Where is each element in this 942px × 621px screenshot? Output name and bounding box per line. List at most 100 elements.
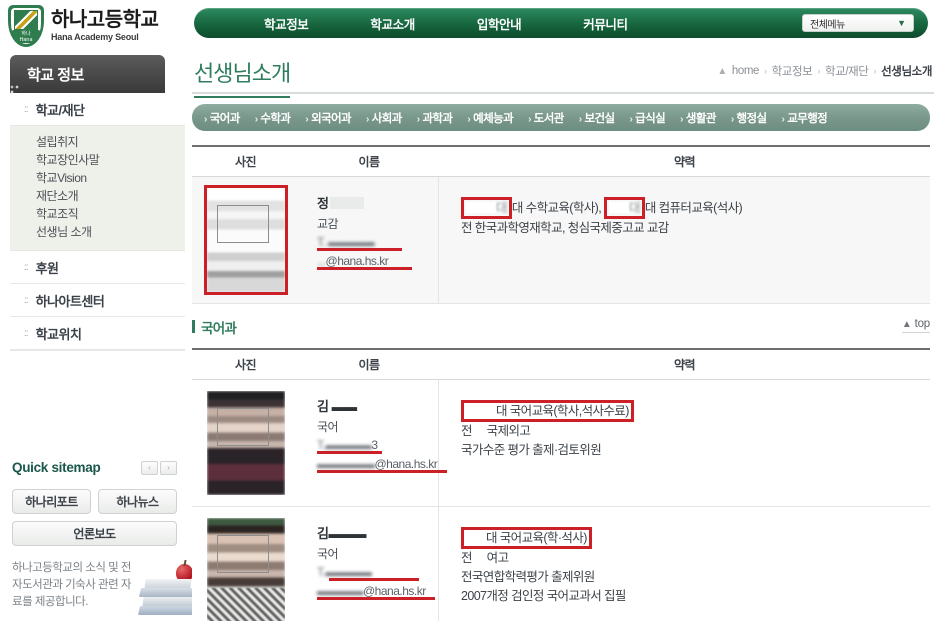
caret-up-icon: ▲ <box>901 319 912 330</box>
logo-english-name: Hana Academy Seoul <box>51 31 139 42</box>
hana-report-button[interactable]: 하나리포트 <box>12 489 91 514</box>
subnav-item-cafeteria[interactable]: 급식실 <box>629 110 666 126</box>
korean-department-table: 사진 이름 약력 김 ▬▬ 국어 T.▬▬▬▬3 ▬▬▬▬▬@hana.hs.k… <box>192 350 930 621</box>
prev-arrow-icon[interactable]: ‹ <box>141 460 158 475</box>
nav-item-community[interactable]: 커뮤니티 <box>583 14 628 33</box>
redaction-block <box>330 197 365 209</box>
subnav-item-korean[interactable]: 국어과 <box>204 110 241 126</box>
teacher-photo-blurred <box>206 518 285 621</box>
column-header-name: 이름 <box>358 155 380 169</box>
main-navigation: 학교정보 학교소개 입학안내 커뮤니티 전체메뉴 ▼ <box>194 8 928 38</box>
teacher-email: ▬▬▬▬▬@hana.hs.kr <box>317 457 447 473</box>
teacher-name-cell: 김 ▬▬ 국어 T.▬▬▬▬3 ▬▬▬▬▬@hana.hs.kr <box>299 380 447 506</box>
nav-item-school-intro[interactable]: 학교소개 <box>370 14 415 33</box>
subnav-item-arts-pe[interactable]: 예체능과 <box>467 110 514 126</box>
teacher-photo-cell <box>192 380 299 506</box>
subnav-item-science[interactable]: 과학과 <box>417 110 453 126</box>
teacher-email: ▬▬▬▬@hana.hs.kr <box>317 584 438 600</box>
quick-sitemap: Quick sitemap ‹ › 하나리포트 하나뉴스 언론보도 하나고등학교… <box>12 460 198 621</box>
home-icon: ▲ <box>717 65 727 77</box>
teacher-subject: 국어 <box>317 547 339 561</box>
subnav-item-academic-affairs[interactable]: 교무행정 <box>782 110 828 126</box>
decorative-dots-icon <box>10 85 23 96</box>
breadcrumb-separator: › <box>873 66 877 76</box>
breadcrumb-separator: › <box>764 66 767 76</box>
teacher-bio-line1: 대대 수학교육(학사), 대대 컴퓨터교육(석사) <box>461 197 930 219</box>
breadcrumb: ▲ home › 학교정보 › 학교/재단 › 선생님소개 <box>717 63 932 79</box>
sidebar: 학교 정보 :: 학교/재단 설립취지 학교장인사말 학교Vision 재단소개… <box>0 55 198 615</box>
subnav-item-social-studies[interactable]: 사회과 <box>366 110 403 126</box>
hana-news-button[interactable]: 하나뉴스 <box>98 489 177 514</box>
quick-description-area: 하나고등학교의 소식 및 전자도서관과 기숙사 관련 자료를 제공합니다. <box>12 560 198 621</box>
teacher-position: 교감 <box>317 217 339 231</box>
teacher-name-cell: 김▬▬▬ 국어 T.▬▬▬▬ ▬▬▬▬@hana.hs.kr <box>299 507 439 621</box>
table-row: 정 교감 T. ▬▬▬▬ ...@hana.hs.kr 대대 수학교육(학사),… <box>192 177 930 304</box>
breadcrumb-item-school-info[interactable]: 학교정보 <box>772 63 813 79</box>
teacher-bio-line: 전 여고 <box>461 551 509 565</box>
quick-sitemap-title: Quick sitemap <box>12 460 101 475</box>
column-header-bio: 약력 <box>673 358 696 372</box>
sidebar-subitem-school-vision[interactable]: 학교Vision <box>36 169 185 187</box>
redaction-box: 대 국어교육(학·석사) <box>461 527 592 549</box>
quick-button-row: 하나리포트 하나뉴스 <box>12 489 177 514</box>
sidebar-subitem-teacher-intro[interactable]: 선생님 소개 <box>36 223 185 241</box>
main-content: 선생님소개 ▲ home › 학교정보 › 학교/재단 › 선생님소개 국어과 … <box>192 50 934 621</box>
subnav-item-admin-office[interactable]: 행정실 <box>731 110 768 126</box>
teacher-photo-blurred <box>206 391 285 495</box>
sidebar-subitem-school-organization[interactable]: 학교조직 <box>36 205 185 223</box>
sidebar-submenu: 설립취지 학교장인사말 학교Vision 재단소개 학교조직 선생님 소개 <box>10 126 185 251</box>
back-to-top-link[interactable]: ▲ top <box>901 318 931 333</box>
nav-item-school-info[interactable]: 학교정보 <box>264 14 309 33</box>
bullet-icon: :: <box>24 327 28 339</box>
leadership-table: 사진 이름 약력 정 교감 T. ▬▬▬▬ ...@hana.hs.kr 대 대… <box>192 145 930 304</box>
subnav-item-math[interactable]: 수학과 <box>255 110 291 126</box>
teacher-photo-cell <box>192 177 299 303</box>
sidebar-item-donation[interactable]: :: 후원 <box>10 251 185 284</box>
sidebar-item-hana-art-center[interactable]: :: 하나아트센터 <box>10 284 185 317</box>
sidebar-subitem-foundation-intro[interactable]: 재단소개 <box>36 187 185 205</box>
teacher-bio-line: 전국연합학력평가 출제위원 <box>461 570 595 584</box>
teacher-photo-cell <box>192 507 299 621</box>
nav-item-admissions[interactable]: 입학안내 <box>477 14 522 33</box>
bullet-icon: :: <box>24 261 28 273</box>
page-title: 선생님소개 <box>194 56 291 98</box>
teacher-bio-line: 전 국제외고 <box>461 424 531 438</box>
teacher-name: 김 ▬▬ <box>317 399 357 414</box>
redaction-box: 대 <box>461 197 512 219</box>
table-header-row: 사진 이름 약력 <box>192 350 930 380</box>
teacher-phone: T.▬▬▬▬ <box>317 565 438 581</box>
quick-description-text: 하나고등학교의 소식 및 전자도서관과 기숙사 관련 자료를 제공합니다. <box>12 562 131 608</box>
teacher-bio-cell: 대 국어교육(학사,석사수료) 전 국제외고 국가수준 평가 출제·검토위원 <box>439 380 930 506</box>
subnav-item-foreign-language[interactable]: 외국어과 <box>305 110 352 126</box>
page-root: 하나 Hana 하나고등학교 Hana Academy Seoul 학교정보 학교… <box>0 0 942 621</box>
column-header-photo: 사진 <box>234 358 257 372</box>
teacher-phone: T. ▬▬▬▬ <box>317 235 438 251</box>
sidebar-item-school-foundation[interactable]: :: 학교/재단 <box>10 93 185 126</box>
column-header-bio: 약력 <box>673 155 696 169</box>
department-subnav: 국어과 수학과 외국어과 사회과 과학과 예체능과 도서관 보건실 급식실 생활… <box>192 104 930 131</box>
subnav-item-library[interactable]: 도서관 <box>528 110 565 126</box>
subnav-item-dormitory[interactable]: 생활관 <box>680 110 717 126</box>
quick-sitemap-header: Quick sitemap ‹ › <box>12 460 177 475</box>
press-release-button[interactable]: 언론보도 <box>12 521 177 546</box>
teacher-name: 김▬▬▬ <box>317 526 366 541</box>
sidebar-subitem-founding-purpose[interactable]: 설립취지 <box>36 133 185 151</box>
subnav-item-health-room[interactable]: 보건실 <box>579 110 615 126</box>
sidebar-subitem-principal-greeting[interactable]: 학교장인사말 <box>36 151 185 169</box>
all-menu-dropdown[interactable]: 전체메뉴 ▼ <box>802 14 914 32</box>
back-to-top-label: top <box>914 318 931 330</box>
next-arrow-icon[interactable]: › <box>160 460 177 475</box>
teacher-name: 정 <box>317 193 365 212</box>
sidebar-title-label: 학교 정보 <box>27 66 84 84</box>
teacher-email: ...@hana.hs.kr <box>317 254 438 270</box>
teacher-bio-line: 2007개정 검인정 국어교과서 집필 <box>461 589 626 603</box>
site-logo[interactable]: 하나 Hana 하나고등학교 Hana Academy Seoul <box>8 5 159 47</box>
teacher-phone: T.▬▬▬▬3 <box>317 438 438 454</box>
breadcrumb-item-home[interactable]: home <box>732 65 760 77</box>
logo-korean-name: 하나고등학교 <box>51 8 159 31</box>
sidebar-item-school-location[interactable]: :: 학교위치 <box>10 317 185 350</box>
breadcrumb-item-school-foundation[interactable]: 학교/재단 <box>825 63 869 79</box>
redaction-box: 대 국어교육(학사,석사수료) <box>461 400 634 422</box>
sidebar-title: 학교 정보 <box>10 55 165 96</box>
sidebar-item-label: 후원 <box>35 260 59 276</box>
